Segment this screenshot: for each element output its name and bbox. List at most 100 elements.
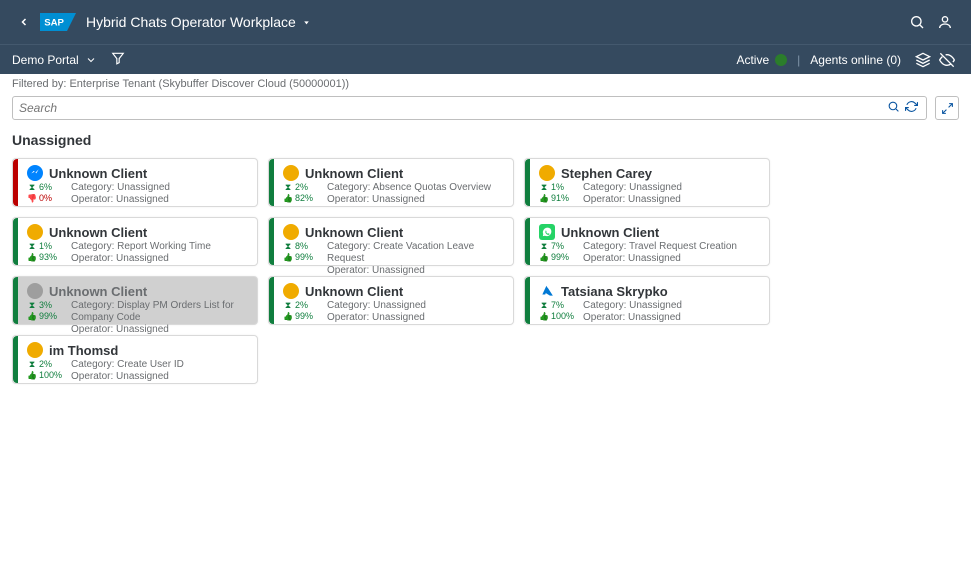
stat-time: 7% (539, 241, 575, 252)
client-name: Tatsiana Skrypko (561, 284, 668, 299)
chat-card[interactable]: Unknown Client 1% 93% Category: Report W… (12, 217, 258, 266)
back-button[interactable] (12, 16, 36, 28)
thumb-up-icon (283, 194, 293, 204)
app-title-dropdown[interactable]: Hybrid Chats Operator Workplace (86, 14, 311, 30)
card-meta: Category: Create Vacation Leave Request … (327, 241, 505, 277)
thumb-up-icon (283, 312, 293, 322)
channel-icon-wrap (27, 283, 43, 299)
chat-bubble-icon (539, 165, 555, 181)
visibility-button[interactable] (935, 52, 959, 68)
status-stripe (269, 218, 274, 265)
card-meta: Category: Absence Quotas Overview Operat… (327, 182, 505, 206)
sap-logo: SAP (40, 13, 76, 31)
cards-grid: Unknown Client 6% 0% Category: Unassigne… (0, 158, 971, 384)
chat-card[interactable]: Tatsiana Skrypko 7% 100% Category: Unass… (524, 276, 770, 325)
operator-line: Operator: Unassigned (327, 312, 505, 324)
card-meta: Category: Display PM Orders List for Com… (71, 300, 249, 336)
card-meta: Category: Unassigned Operator: Unassigne… (327, 300, 505, 324)
expand-icon (941, 102, 954, 115)
user-button[interactable] (931, 14, 959, 30)
card-meta: Category: Report Working Time Operator: … (71, 241, 249, 265)
search-box (12, 96, 927, 120)
stat-time: 2% (27, 359, 63, 370)
chat-card[interactable]: Unknown Client 8% 99% Category: Create V… (268, 217, 514, 266)
global-search-button[interactable] (903, 14, 931, 30)
card-stats: 1% 93% (27, 241, 63, 265)
thumb-up-icon (539, 194, 549, 204)
card-meta: Category: Travel Request Creation Operat… (583, 241, 761, 265)
stat-rating: 91% (539, 193, 575, 204)
search-submit-button[interactable] (884, 100, 902, 116)
category-line: Category: Create Vacation Leave Request (327, 241, 505, 265)
chat-card[interactable]: Unknown Client 3% 99% Category: Display … (12, 276, 258, 325)
thumb-up-icon (27, 371, 37, 381)
card-stats: 2% 100% (27, 359, 63, 383)
chat-bubble-icon (27, 224, 43, 240)
portal-selector[interactable]: Demo Portal (12, 53, 97, 67)
user-icon (937, 14, 953, 30)
refresh-icon (905, 100, 918, 113)
hourglass-icon (27, 242, 37, 252)
card-meta: Category: Unassigned Operator: Unassigne… (583, 300, 761, 324)
agents-online-label: Agents online (0) (810, 53, 901, 67)
layers-button[interactable] (911, 52, 935, 68)
chevron-down-icon (85, 54, 97, 66)
chat-card[interactable]: im Thomsd 2% 100% Category: Create User … (12, 335, 258, 384)
search-icon (909, 14, 925, 30)
stat-rating: 99% (27, 311, 63, 322)
category-line: Category: Create User ID (71, 359, 249, 371)
operator-line: Operator: Unassigned (583, 312, 761, 324)
thumb-up-icon (539, 312, 549, 322)
hourglass-icon (27, 360, 37, 370)
category-line: Category: Travel Request Creation (583, 241, 761, 253)
search-input[interactable] (19, 101, 884, 115)
stat-time: 1% (27, 241, 63, 252)
chat-bubble-icon (283, 224, 299, 240)
channel-icon-wrap (283, 165, 299, 181)
channel-icon-wrap (283, 224, 299, 240)
status-dot-icon (775, 54, 787, 66)
operator-line: Operator: Unassigned (327, 194, 505, 206)
sub-bar: Demo Portal Active | Agents online (0) (0, 44, 971, 74)
stat-rating: 93% (27, 252, 63, 263)
app-title: Hybrid Chats Operator Workplace (86, 14, 296, 30)
stat-rating: 99% (539, 252, 575, 263)
operator-line: Operator: Unassigned (71, 253, 249, 265)
chat-bubble-icon (283, 283, 299, 299)
hourglass-icon (539, 183, 549, 193)
divider: | (797, 53, 800, 67)
chat-card[interactable]: Unknown Client 2% 99% Category: Unassign… (268, 276, 514, 325)
refresh-button[interactable] (902, 100, 920, 116)
status-stripe (13, 277, 18, 324)
expand-button[interactable] (935, 96, 959, 120)
stat-rating: 82% (283, 193, 319, 204)
card-stats: 2% 82% (283, 182, 319, 206)
client-name: Unknown Client (49, 225, 147, 240)
chat-card[interactable]: Unknown Client 7% 99% Category: Travel R… (524, 217, 770, 266)
client-name: Unknown Client (49, 166, 147, 181)
stat-time: 1% (539, 182, 575, 193)
card-stats: 6% 0% (27, 182, 63, 206)
status-stripe (13, 159, 18, 206)
filter-button[interactable] (111, 51, 125, 68)
chat-bubble-icon (27, 283, 43, 299)
category-line: Category: Display PM Orders List for Com… (71, 300, 249, 324)
category-line: Category: Unassigned (583, 300, 761, 312)
operator-line: Operator: Unassigned (583, 194, 761, 206)
chat-bubble-icon (283, 165, 299, 181)
search-row (0, 94, 971, 126)
stat-rating: 99% (283, 311, 319, 322)
thumb-up-icon (27, 312, 37, 322)
chat-card[interactable]: Unknown Client 6% 0% Category: Unassigne… (12, 158, 258, 207)
client-name: im Thomsd (49, 343, 118, 358)
channel-icon-wrap (27, 224, 43, 240)
whatsapp-icon (539, 224, 555, 240)
stat-rating: 99% (283, 252, 319, 263)
chat-bubble-icon (27, 342, 43, 358)
stat-time: 2% (283, 300, 319, 311)
card-meta: Category: Unassigned Operator: Unassigne… (71, 182, 249, 206)
chat-card[interactable]: Stephen Carey 1% 91% Category: Unassigne… (524, 158, 770, 207)
status-stripe (525, 277, 530, 324)
hourglass-icon (27, 301, 37, 311)
chat-card[interactable]: Unknown Client 2% 82% Category: Absence … (268, 158, 514, 207)
